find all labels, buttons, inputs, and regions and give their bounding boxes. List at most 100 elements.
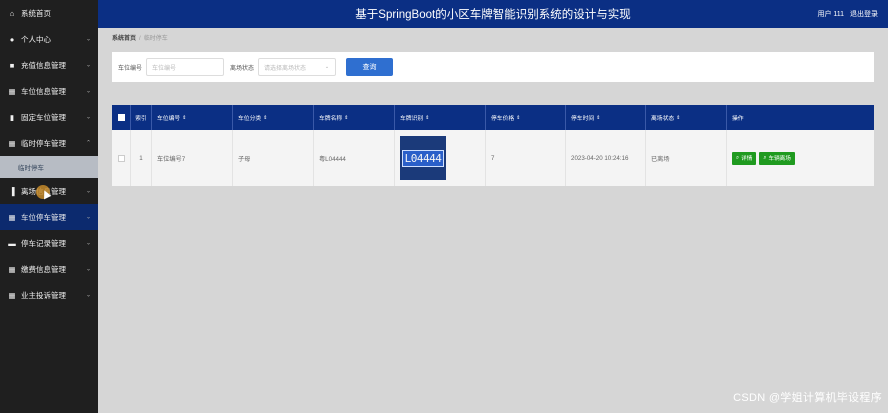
sidebar-item-recharge[interactable]: ■ 充值信息管理 ⌄ <box>0 52 98 78</box>
table-row[interactable]: 1 车位编号7 子母 粤L04444 L04444 7 2023-04-20 1… <box>112 130 874 186</box>
sort-icon[interactable]: ⇕ <box>182 115 186 121</box>
user-area: 用户 111 退出登录 <box>817 9 878 19</box>
detail-button[interactable]: ⌕ 详情 <box>732 151 757 165</box>
sidebar-item-spot-parking[interactable]: ▦ 车位停车管理 ⌄ <box>0 204 98 230</box>
sort-icon[interactable]: ⇕ <box>344 115 348 121</box>
sidebar: ⌂ 系统首页 ● 个人中心 ⌄ ■ 充值信息管理 ⌄ ▦ 车位信息管理 ⌄ ▮ … <box>0 0 98 413</box>
col-header-label: 离场状态 <box>651 116 675 122</box>
chevron-down-icon: ⌄ <box>85 292 91 299</box>
chevron-up-icon: ⌃ <box>85 140 91 147</box>
cell-status: 已离场 <box>646 130 727 186</box>
sidebar-item-label: 缴费信息管理 <box>21 264 66 274</box>
grid-icon: ▦ <box>8 138 16 148</box>
grid-icon: ▦ <box>8 290 16 300</box>
sidebar-item-home[interactable]: ⌂ 系统首页 <box>0 0 98 26</box>
grid-icon: ▦ <box>8 86 16 96</box>
chevron-down-icon: ⌄ <box>85 88 91 95</box>
sidebar-item-payment[interactable]: ▦ 缴费信息管理 ⌄ <box>0 256 98 282</box>
spot-no-label: 车位编号 <box>118 65 143 72</box>
sidebar-item-label: 充值信息管理 <box>21 60 66 70</box>
breadcrumb: 系统首页 / 临时停车 <box>112 33 168 42</box>
col-header-time[interactable]: 停车时间 ⇕ <box>566 105 646 130</box>
plate-text: L04444 <box>401 149 445 167</box>
cell-spot-no: 车位编号7 <box>152 130 233 186</box>
spot-no-placeholder: 车位编号 <box>152 65 177 72</box>
breadcrumb-current: 临时停车 <box>143 36 168 42</box>
sidebar-subitem-label: 临时停车 <box>18 165 44 172</box>
sidebar-item-temp-parking[interactable]: ▦ 临时停车管理 ⌃ <box>0 130 98 156</box>
status-placeholder: 请选择离场状态 <box>264 65 307 72</box>
sidebar-item-label: 临时停车管理 <box>21 138 66 148</box>
search-icon: ⌕ <box>763 154 767 161</box>
status-label: 离场状态 <box>230 65 255 72</box>
col-header-label: 停车时间 <box>571 116 595 122</box>
sidebar-item-spot-info[interactable]: ▦ 车位信息管理 ⌄ <box>0 78 98 104</box>
col-header-category[interactable]: 车位分类 ⇕ <box>233 105 314 130</box>
sidebar-item-parking-record[interactable]: ▬ 停车记录管理 ⌄ <box>0 230 98 256</box>
license-plate-image[interactable]: L04444 <box>400 136 446 180</box>
col-header-spot-no[interactable]: 车位编号 ⇕ <box>152 105 233 130</box>
cell-time: 2023-04-20 10:24:16 <box>566 130 646 186</box>
sidebar-item-complaint[interactable]: ▦ 业主投诉管理 ⌄ <box>0 282 98 308</box>
cell-index: 1 <box>131 130 152 186</box>
sidebar-subitem-temp-parking[interactable]: 临时停车 <box>0 156 98 178</box>
sidebar-item-label: 车位停车管理 <box>21 212 66 222</box>
user-icon: ● <box>9 34 15 44</box>
book-icon: ▮ <box>9 112 15 122</box>
col-header-label: 停车价格 <box>491 116 515 122</box>
col-header-label: 车牌名称 <box>319 116 343 122</box>
col-header-price[interactable]: 停车价格 ⇕ <box>486 105 566 130</box>
chevron-down-icon: ⌄ <box>85 188 91 195</box>
logout-link[interactable]: 退出登录 <box>850 11 878 18</box>
vehicle-depart-button[interactable]: ⌕ 车辆离场 <box>759 151 795 165</box>
sidebar-item-label: 个人中心 <box>21 34 51 44</box>
chevron-down-icon: ⌄ <box>85 36 91 43</box>
select-all-cell <box>112 105 131 130</box>
chevron-down-icon: ⌄ <box>85 240 91 247</box>
detail-button-label: 详情 <box>741 156 753 162</box>
ticket-icon: ▬ <box>8 238 16 248</box>
breadcrumb-separator: / <box>139 36 141 42</box>
chevron-down-icon: ⌄ <box>324 64 330 70</box>
cell-actions: ⌕ 详情 ⌕ 车辆离场 <box>727 130 874 186</box>
row-checkbox[interactable] <box>117 154 125 162</box>
sort-icon[interactable]: ⇕ <box>676 115 680 121</box>
query-button[interactable]: 查询 <box>346 58 394 76</box>
breadcrumb-home[interactable]: 系统首页 <box>112 36 136 42</box>
table-header: 索引 车位编号 ⇕ 车位分类 ⇕ 车牌名称 ⇕ 车牌识别 ⇕ 停车价格 ⇕ 停车时间 ⇕ 离… <box>112 105 874 130</box>
select-all-checkbox[interactable] <box>117 114 125 121</box>
col-header-status[interactable]: 离场状态 ⇕ <box>646 105 727 130</box>
sidebar-item-label: 固定车位管理 <box>21 112 66 122</box>
sidebar-item-profile[interactable]: ● 个人中心 ⌄ <box>0 26 98 52</box>
wallet-icon: ■ <box>9 60 15 70</box>
username: 用户 111 <box>817 11 845 18</box>
top-header: 基于SpringBoot的小区车牌智能识别系统的设计与实现 用户 111 退出登… <box>98 0 888 28</box>
sidebar-item-label: 系统首页 <box>21 8 51 18</box>
col-header-plate-image[interactable]: 车牌识别 ⇕ <box>395 105 486 130</box>
chart-icon: ▐ <box>9 186 15 196</box>
col-header-label: 车牌识别 <box>400 116 424 122</box>
col-header-plate-name[interactable]: 车牌名称 ⇕ <box>314 105 395 130</box>
sort-icon[interactable]: ⇕ <box>425 115 429 121</box>
col-header-index: 索引 <box>131 105 152 130</box>
cell-price: 7 <box>486 130 566 186</box>
chevron-down-icon: ⌄ <box>85 266 91 273</box>
grid-icon: ▦ <box>8 264 16 274</box>
data-table: 索引 车位编号 ⇕ 车位分类 ⇕ 车牌名称 ⇕ 车牌识别 ⇕ 停车价格 ⇕ 停车时间 ⇕ 离… <box>112 105 874 186</box>
page-title: 基于SpringBoot的小区车牌智能识别系统的设计与实现 <box>355 9 631 21</box>
search-bar: 车位编号 车位编号 离场状态 请选择离场状态 ⌄ 查询 <box>112 52 874 82</box>
sidebar-item-fixed-spot[interactable]: ▮ 固定车位管理 ⌄ <box>0 104 98 130</box>
col-header-label: 索引 <box>135 116 147 122</box>
col-header-label: 车位分类 <box>238 116 262 122</box>
col-header-label: 车位编号 <box>157 116 181 122</box>
chevron-down-icon: ⌄ <box>85 62 91 69</box>
sidebar-item-label: 停车记录管理 <box>21 238 66 248</box>
spot-no-input[interactable]: 车位编号 <box>146 58 225 76</box>
status-select[interactable]: 请选择离场状态 ⌄ <box>258 58 337 76</box>
sort-icon[interactable]: ⇕ <box>516 115 520 121</box>
grid-icon: ▦ <box>8 212 16 222</box>
sort-icon[interactable]: ⇕ <box>263 115 267 121</box>
sidebar-item-label: 车位信息管理 <box>21 86 66 96</box>
sort-icon[interactable]: ⇕ <box>596 115 600 121</box>
chevron-down-icon: ⌄ <box>85 114 91 121</box>
